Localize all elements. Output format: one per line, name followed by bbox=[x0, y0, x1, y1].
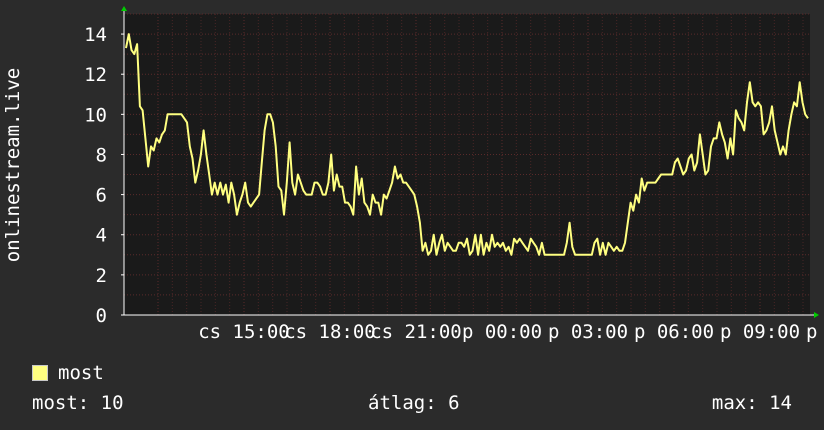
legend-swatch bbox=[32, 365, 48, 381]
y-tick-label: 12 bbox=[84, 64, 107, 86]
y-tick-label: 8 bbox=[96, 144, 107, 166]
y-tick-label: 2 bbox=[96, 265, 107, 287]
y-tick-label: 0 bbox=[96, 305, 107, 327]
x-tick-label: p 03:00 bbox=[548, 321, 628, 343]
stat-current: most: 10 bbox=[32, 392, 124, 414]
x-tick-label: cs 21:00 bbox=[370, 321, 462, 343]
x-tick-label: p 09:00 bbox=[720, 321, 800, 343]
stats-bar: most: 10 átlag: 6 max: 14 bbox=[32, 392, 792, 416]
y-tick-label: 6 bbox=[96, 185, 107, 207]
x-tick-label: p 06:00 bbox=[634, 321, 714, 343]
x-tick-label: p 00:00 bbox=[462, 321, 542, 343]
x-tick-label: cs 18:00 bbox=[284, 321, 376, 343]
y-axis-label: onlinestream.live bbox=[2, 68, 24, 262]
x-tick-label: p 12:00 bbox=[806, 321, 824, 343]
y-tick-label: 4 bbox=[96, 225, 107, 247]
x-tick-labels: cs 15:00cs 18:00cs 21:00 p 00:00 p 03:00 p … bbox=[198, 321, 824, 343]
legend-label: most bbox=[58, 362, 104, 384]
stat-maximum: max: 14 bbox=[711, 392, 792, 414]
line-chart: 0 2 4 6 8 10 12 14 cs 15:00cs 18:00cs 21:00 p 00… bbox=[0, 0, 824, 430]
legend: most bbox=[32, 362, 104, 384]
stat-average: átlag: 6 bbox=[368, 392, 460, 414]
plot-area bbox=[124, 14, 810, 315]
y-tick-label: 14 bbox=[84, 24, 107, 46]
y-tick-label: 10 bbox=[84, 104, 107, 126]
x-tick-label: cs 15:00 bbox=[198, 321, 290, 343]
